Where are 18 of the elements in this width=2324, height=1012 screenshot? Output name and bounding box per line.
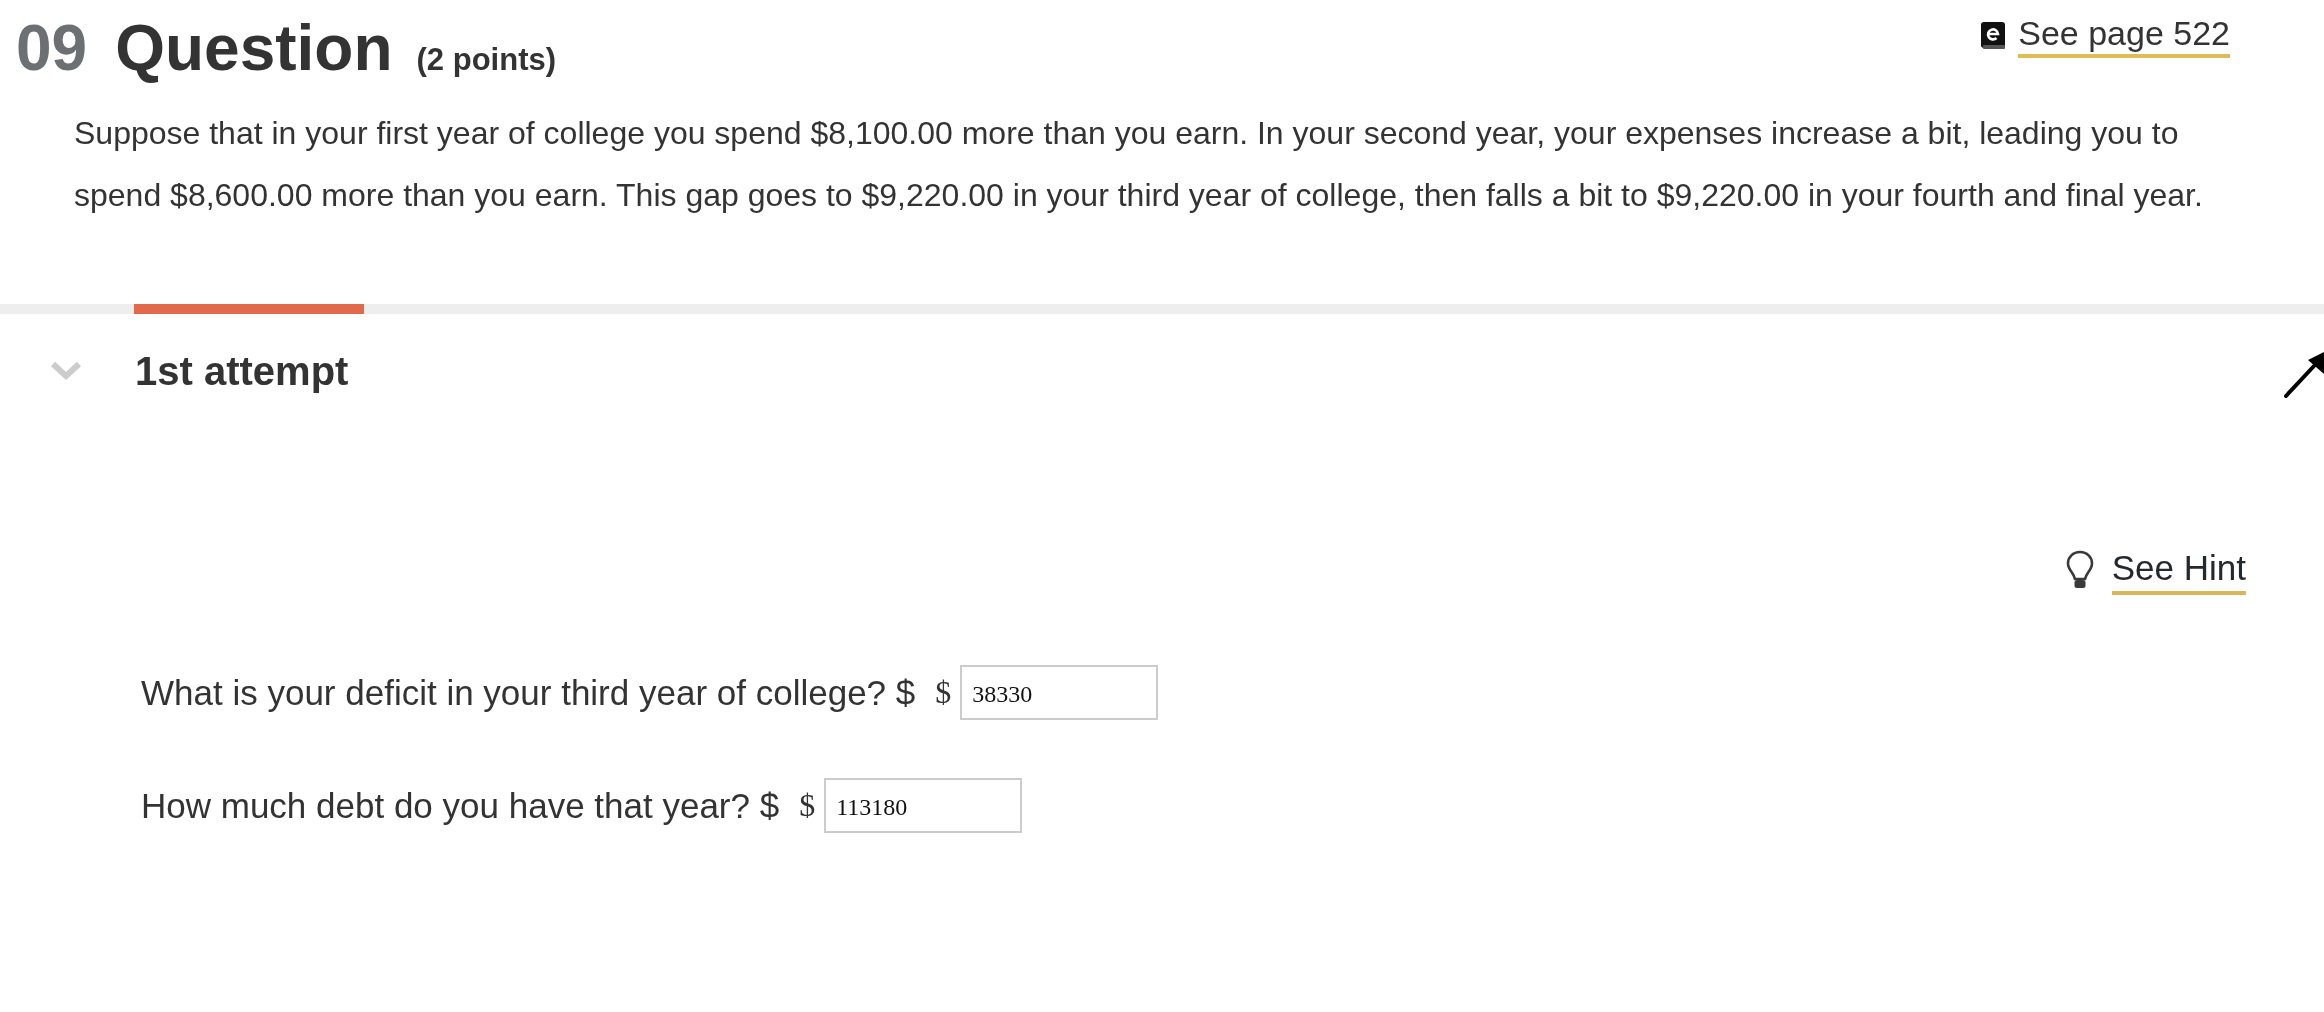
diagonal-arrow-icon [2284,352,2324,398]
attempt-tab-indicator[interactable] [134,304,364,314]
answer-field[interactable]: 113180 [824,778,1023,833]
question-prompt: What is your deficit in your third year of college? $ [141,672,916,713]
currency-symbol: $ [799,787,816,824]
see-hint-link[interactable]: See Hint [2111,545,2246,595]
chevron-down-icon[interactable] [50,360,82,382]
question-text: Suppose that in your first year of college you spend $8,100.00 more than you earn. In your second year, your expenses increase a bit, leading you to spend $8,600.00 more than you earn. This gap goes to $9,220.00 in your third year of college, then falls a bit to $9,220.00 in your fourth and final year. [74,114,2204,215]
lightbulb-icon [2065,550,2094,590]
points-label: (2 points) [416,42,557,78]
answer-field[interactable]: 38330 [960,665,1159,720]
ebook-icon [1980,20,2007,50]
ebook-page-link[interactable]: See page 522 [1980,12,2230,58]
attempt-title: 1st attempt [135,348,349,395]
question-prompt: How much debt do you have that year? $ [141,785,780,826]
question-number: 09 [16,12,88,84]
currency-symbol: $ [935,674,952,711]
question-title: Question [115,12,393,84]
